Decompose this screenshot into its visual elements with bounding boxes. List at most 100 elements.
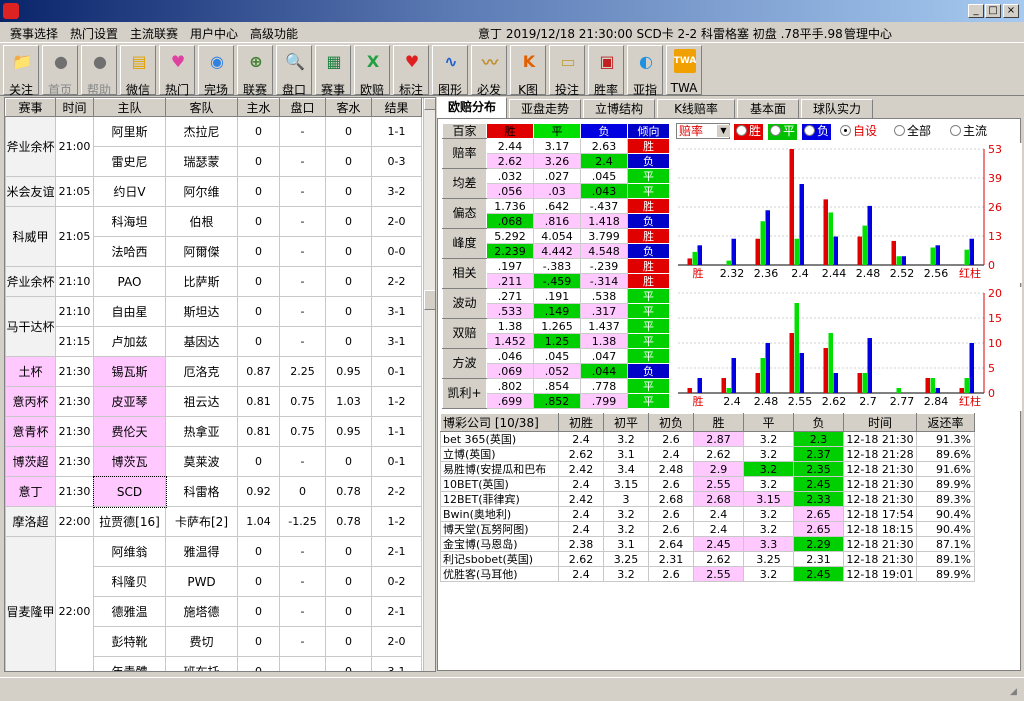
toolbar-help-button[interactable]: ● 帮助 xyxy=(81,45,117,97)
maximize-button[interactable]: □ xyxy=(985,4,1001,18)
table-row[interactable]: 21:15 卢加兹 基因达 0-0 3-1 xyxy=(6,326,422,357)
legend-2[interactable]: 负 xyxy=(802,124,832,140)
home-team-cell[interactable]: 约日V xyxy=(93,176,166,207)
table-row[interactable]: 米会友谊 21:05 约日V 阿尔维 0-0 3-2 xyxy=(5,176,422,207)
league-cell[interactable]: 博茨超 xyxy=(5,446,56,477)
dropdown-arrow-icon[interactable]: ▼ xyxy=(717,125,730,137)
scroll-thumb[interactable] xyxy=(424,290,435,310)
col-header[interactable]: 时间 xyxy=(55,98,94,117)
col-header[interactable]: 结果 xyxy=(371,98,422,117)
away-team-cell[interactable]: PWD xyxy=(165,566,238,597)
match-list-scrollbar[interactable] xyxy=(423,98,435,671)
bookmaker-name[interactable]: 立博(英国) xyxy=(440,446,559,462)
bookmaker-name[interactable]: 金宝博(马恩岛) xyxy=(440,536,559,552)
bookmaker-col-header[interactable]: 返还率 xyxy=(916,413,975,432)
table-row[interactable]: 土杯 21:30 锡瓦斯 厄洛克 0.87 2.25 0.95 0-1 xyxy=(5,356,422,387)
away-team-cell[interactable]: 莫莱波 xyxy=(165,446,238,477)
home-team-cell[interactable]: SCD xyxy=(92,475,167,508)
toolbar-betfair-button[interactable]: 〰必发 xyxy=(471,45,507,97)
home-team-cell[interactable]: 锡瓦斯 xyxy=(93,356,166,387)
bookmaker-col-header[interactable]: 时间 xyxy=(843,413,917,432)
home-team-cell[interactable]: 博茨瓦 xyxy=(93,446,166,477)
menu-0[interactable]: 赛事选择 xyxy=(10,25,58,42)
table-row[interactable]: 摩洛超 22:00 拉贾德[16] 卡萨布[2] 1.04 -1.25 0.78 1-2 xyxy=(5,506,422,537)
league-cell[interactable]: 冒麦隆甲 xyxy=(5,536,56,671)
bookmaker-name[interactable]: 利记sbobet(英国) xyxy=(440,551,559,567)
chart-type-select[interactable]: 赔率 ▼ xyxy=(676,123,730,139)
league-cell[interactable]: 意丁 xyxy=(5,476,56,507)
legend-0[interactable]: 胜 xyxy=(734,124,764,140)
home-team-cell[interactable]: 自由星 xyxy=(93,296,166,327)
radio-2[interactable]: 主流 xyxy=(950,124,987,140)
home-team-cell[interactable]: 彭特靴 xyxy=(93,626,166,657)
bookmaker-row[interactable]: 易胜博(安提瓜和巴布 2.42 3.4 2.48 2.9 3.2 2.35 12-18 21:… xyxy=(440,461,975,477)
home-team-cell[interactable]: 拉贾德[16] xyxy=(93,506,166,537)
home-team-cell[interactable]: 科隆贝 xyxy=(93,566,166,597)
col-header[interactable]: 客水 xyxy=(325,98,372,117)
table-row[interactable]: 意青杯 21:30 费伦天 热拿亚 0.81 0.75 0.95 1-1 xyxy=(5,416,422,447)
home-team-cell[interactable]: 年青體 xyxy=(93,656,166,671)
bookmaker-row[interactable]: 博天堂(瓦努阿图) 2.4 3.2 2.6 2.4 3.2 2.65 12-18 18:15 9… xyxy=(440,521,975,537)
home-team-cell[interactable]: 德雅温 xyxy=(93,596,166,627)
home-team-cell[interactable]: 阿维翁 xyxy=(93,536,166,567)
col-header[interactable]: 主队 xyxy=(93,98,166,117)
away-team-cell[interactable]: 祖云达 xyxy=(165,386,238,417)
toolbar-kchart-button[interactable]: K K图 xyxy=(510,45,546,97)
bookmaker-name[interactable]: 易胜博(安提瓜和巴布 xyxy=(440,461,559,477)
col-header[interactable]: 赛事 xyxy=(5,98,56,117)
tab-1[interactable]: 亚盘走势 xyxy=(509,99,581,119)
league-cell[interactable]: 斧业余杯 xyxy=(5,266,56,297)
league-cell[interactable]: 马干达杯 xyxy=(5,296,56,357)
toolbar-winrate-button[interactable]: ▣ 胜率 xyxy=(588,45,624,97)
table-row[interactable]: 冒麦隆甲 22:00 阿维翁 雅温得 0-0 2-1 xyxy=(5,536,422,671)
table-row[interactable]: 科威甲 21:05 科海坦 伯根 0-0 2-0 xyxy=(5,206,422,267)
toolbar-handicap-button[interactable]: 🔍 盘口 xyxy=(276,45,312,97)
col-header[interactable]: 客队 xyxy=(165,98,238,117)
home-team-cell[interactable]: 科海坦 xyxy=(93,206,166,237)
home-team-cell[interactable]: 卢加兹 xyxy=(93,326,166,357)
menu-2[interactable]: 主流联赛 xyxy=(130,25,178,42)
bookmaker-name[interactable]: 12BET(菲律宾) xyxy=(440,491,559,507)
league-cell[interactable]: 科威甲 xyxy=(5,206,56,267)
bookmaker-col-header[interactable]: 胜 xyxy=(693,413,744,432)
bookmaker-row[interactable]: 利记sbobet(英国) 2.62 3.25 2.31 2.62 3.25 2.31 12-1… xyxy=(440,551,975,567)
table-row[interactable]: 意丁 21:30 SCD 科雷格 0.92 0 0.78 2-2 xyxy=(5,475,422,508)
bookmaker-row[interactable]: Bwin(奥地利) 2.4 3.2 2.6 2.4 3.2 2.65 12-18 17:54 9… xyxy=(440,506,975,522)
toolbar-bet-button[interactable]: ▭ 投注 xyxy=(549,45,585,97)
bookmaker-row[interactable]: 12BET(菲律宾) 2.42 3 2.68 2.68 3.15 2.33 12-18 21:… xyxy=(440,491,975,507)
col-header[interactable]: 盘口 xyxy=(279,98,326,117)
minimize-button[interactable]: _ xyxy=(968,4,984,18)
table-row[interactable]: 斧业余杯 21:10 PAO 比萨斯 0-0 2-2 xyxy=(5,266,422,297)
away-team-cell[interactable]: 科雷格 xyxy=(165,476,238,507)
admin-center-menu[interactable]: 管理中心 xyxy=(844,25,892,42)
away-team-cell[interactable]: 厄洛克 xyxy=(165,356,238,387)
table-row[interactable]: 斧业余杯 21:00 阿里斯 杰拉尼 0-0 1-1 xyxy=(5,116,422,177)
league-cell[interactable]: 土杯 xyxy=(5,356,56,387)
tab-4[interactable]: 基本面 xyxy=(737,99,799,119)
away-team-cell[interactable]: 阿尔维 xyxy=(165,176,238,207)
bookmaker-row[interactable]: 立博(英国) 2.62 3.1 2.4 2.62 3.2 2.37 12-18 21:28 89… xyxy=(440,446,975,462)
bookmaker-col-header[interactable]: 平 xyxy=(743,413,794,432)
resize-grip-icon[interactable]: ◢ xyxy=(1010,687,1022,699)
bookmaker-name[interactable]: Bwin(奥地利) xyxy=(440,506,559,522)
away-team-cell[interactable]: 基因达 xyxy=(165,326,238,357)
toolbar-finished-button[interactable]: ◉ 完场 xyxy=(198,45,234,97)
tab-3[interactable]: K线赔率 xyxy=(657,99,735,119)
bookmaker-col-header[interactable]: 初胜 xyxy=(558,413,604,432)
away-team-cell[interactable]: 费切 xyxy=(165,626,238,657)
bookmaker-row[interactable]: 金宝博(马恩岛) 2.38 3.1 2.64 2.45 3.3 2.29 12-18 21:3… xyxy=(440,536,975,552)
away-team-cell[interactable]: 热拿亚 xyxy=(165,416,238,447)
radio-1[interactable]: 全部 xyxy=(894,124,931,140)
close-button[interactable]: × xyxy=(1003,4,1019,18)
bookmaker-name[interactable]: 优胜客(马耳他) xyxy=(440,566,559,582)
league-cell[interactable]: 斧业余杯 xyxy=(5,116,56,177)
league-cell[interactable]: 意丙杯 xyxy=(5,386,56,417)
toolbar-events-button[interactable]: ▦ 赛事 xyxy=(315,45,351,97)
away-team-cell[interactable]: 雅温得 xyxy=(165,536,238,567)
bookmaker-name[interactable]: bet 365(英国) xyxy=(440,431,559,447)
away-team-cell[interactable]: 比萨斯 xyxy=(165,266,238,297)
bookmaker-row[interactable]: bet 365(英国) 2.4 3.2 2.6 2.87 3.2 2.3 12-18 21:3… xyxy=(440,431,975,447)
away-team-cell[interactable]: 阿爾傑 xyxy=(165,236,238,267)
bookmaker-col-header[interactable]: 负 xyxy=(793,413,844,432)
toolbar-graph-button[interactable]: ∿ 图形 xyxy=(432,45,468,97)
